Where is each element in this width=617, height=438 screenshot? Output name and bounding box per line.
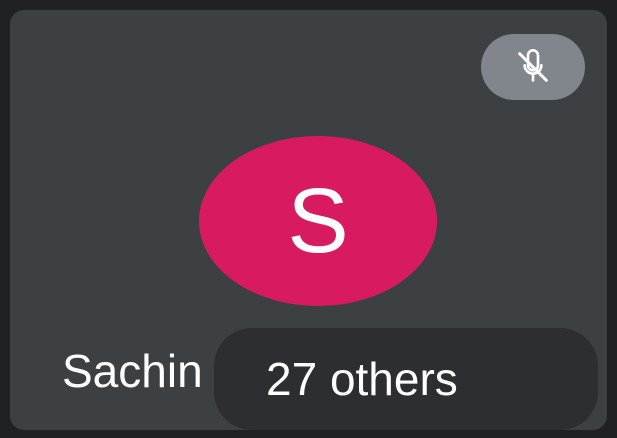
mic-off-icon — [518, 48, 548, 82]
participant-name: Sachin — [62, 345, 203, 397]
participant-tile[interactable]: S Sachin 27 others — [10, 10, 607, 430]
others-chip[interactable]: 27 others — [214, 328, 598, 430]
others-count-label: 27 others — [266, 353, 458, 405]
mute-indicator — [481, 34, 585, 100]
avatar-initial: S — [287, 170, 349, 272]
avatar: S — [199, 136, 437, 306]
